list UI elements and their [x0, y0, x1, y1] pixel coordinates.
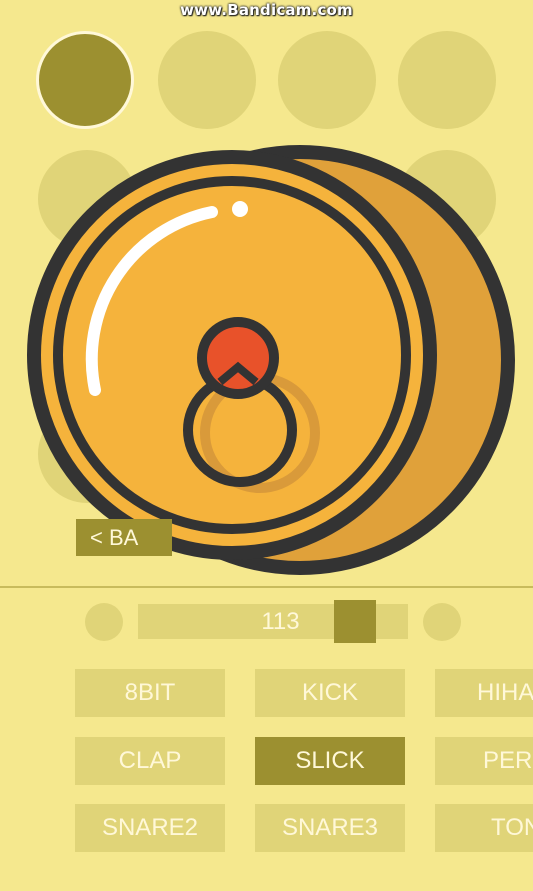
sound-button-slick[interactable]: SLICK — [255, 737, 405, 785]
sound-button-8bit[interactable]: 8BIT — [75, 669, 225, 717]
sound-button-kick[interactable]: KICK — [255, 669, 405, 717]
tempo-value: 113 — [261, 608, 300, 635]
sound-button-perc[interactable]: PER — [435, 737, 533, 785]
cymbal-icon — [27, 145, 515, 575]
sound-button-clap[interactable]: CLAP — [75, 737, 225, 785]
tempo-decrease-button[interactable] — [85, 603, 123, 641]
sound-button-snare2[interactable]: SNARE2 — [75, 804, 225, 852]
section-divider — [0, 586, 533, 588]
tempo-increase-button[interactable] — [423, 603, 461, 641]
sound-button-tom[interactable]: TON — [435, 804, 533, 852]
tempo-slider-thumb[interactable] — [334, 600, 376, 643]
sound-button-snare3[interactable]: SNARE3 — [255, 804, 405, 852]
back-button[interactable]: < BA — [76, 519, 172, 556]
sound-button-hihat[interactable]: HIHA — [435, 669, 533, 717]
